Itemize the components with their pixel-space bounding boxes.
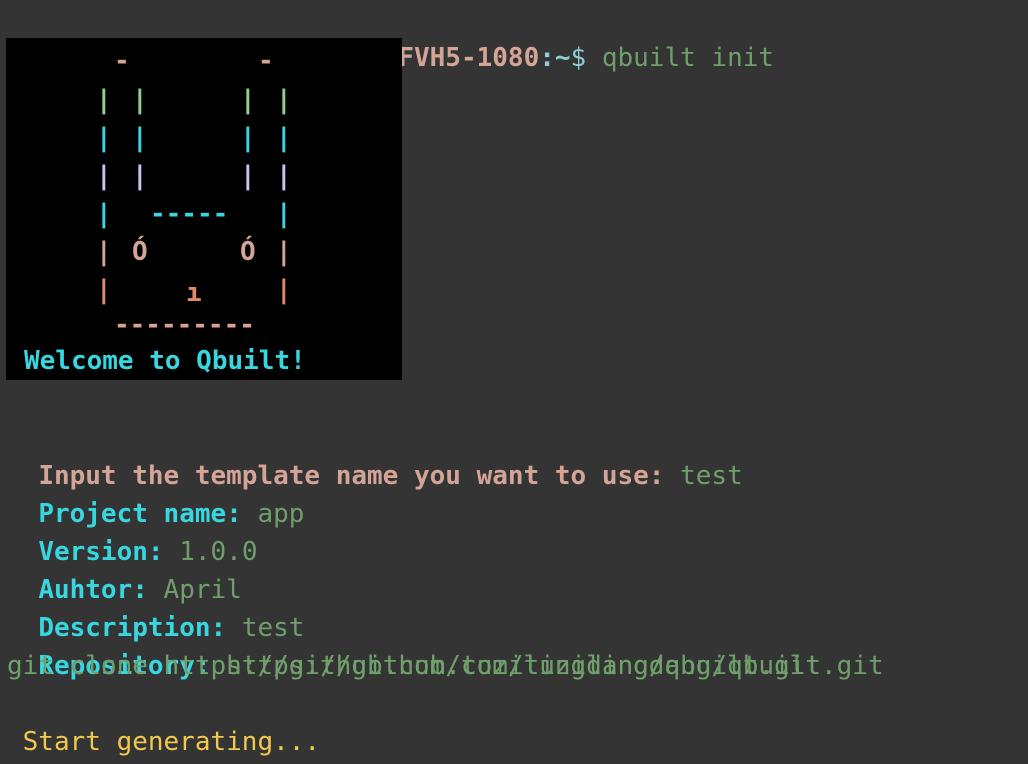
banner-art-bar: | [96,85,112,115]
banner-art-dash-left: - [114,46,130,76]
question-template: Input the template name you want to use:… [7,419,742,491]
status-message: Start generating... [7,727,321,757]
banner-art-bar: | [276,237,292,267]
question-repository: Repository: https://github.com/tuzilingd… [7,609,883,681]
banner-art-bar: | [132,123,148,153]
clone-command-output: git clone https://github.com/tuzilingdan… [7,651,821,681]
welcome-text: Welcome to Qbuilt! [24,346,306,376]
banner-art-bar: | [276,275,292,305]
question-description: Description: test [7,571,304,643]
banner-art-bar: | [96,199,112,229]
banner-art-bar: | [96,161,112,191]
question-version: Version: 1.0.0 [7,495,257,567]
answer-value: app [257,499,305,529]
banner-art-bar: | [240,85,256,115]
answer-value: test [680,461,743,491]
banner-art-bar: | [240,161,256,191]
banner-art-bar: | [96,275,112,305]
prompt-line: jimajingwen107@C02R53FVFVH5-1080:~$ qbui… [7,1,774,73]
banner-art-eye-right: Ó [240,237,256,267]
prompt-command: qbuilt init [601,43,775,73]
banner-art-bar: | [132,161,148,191]
banner-art-bar: | [132,85,148,115]
banner-art-mouth: ----- [150,199,229,229]
banner-art-bar: | [276,199,292,229]
prompt-symbol: $ [570,43,602,73]
banner-art-nose: ı [186,278,202,308]
prompt-path: :~ [539,43,571,73]
question-project-name: Project name: app [7,457,304,529]
banner-art-bar: | [240,123,256,153]
banner-art-bar: | [276,85,292,115]
banner-art-chin: --------- [114,310,255,340]
banner-art-eye-left: Ó [132,237,148,267]
banner-art-bar: | [276,161,292,191]
welcome-banner: - - | | | | | | | | | | | | | ----- | | … [6,38,402,380]
banner-art-bar: | [96,237,112,267]
question-author: Auhtor: April [7,533,242,605]
banner-art-bar: | [276,123,292,153]
banner-art-dash-right: - [258,46,274,76]
banner-art-bar: | [96,123,112,153]
